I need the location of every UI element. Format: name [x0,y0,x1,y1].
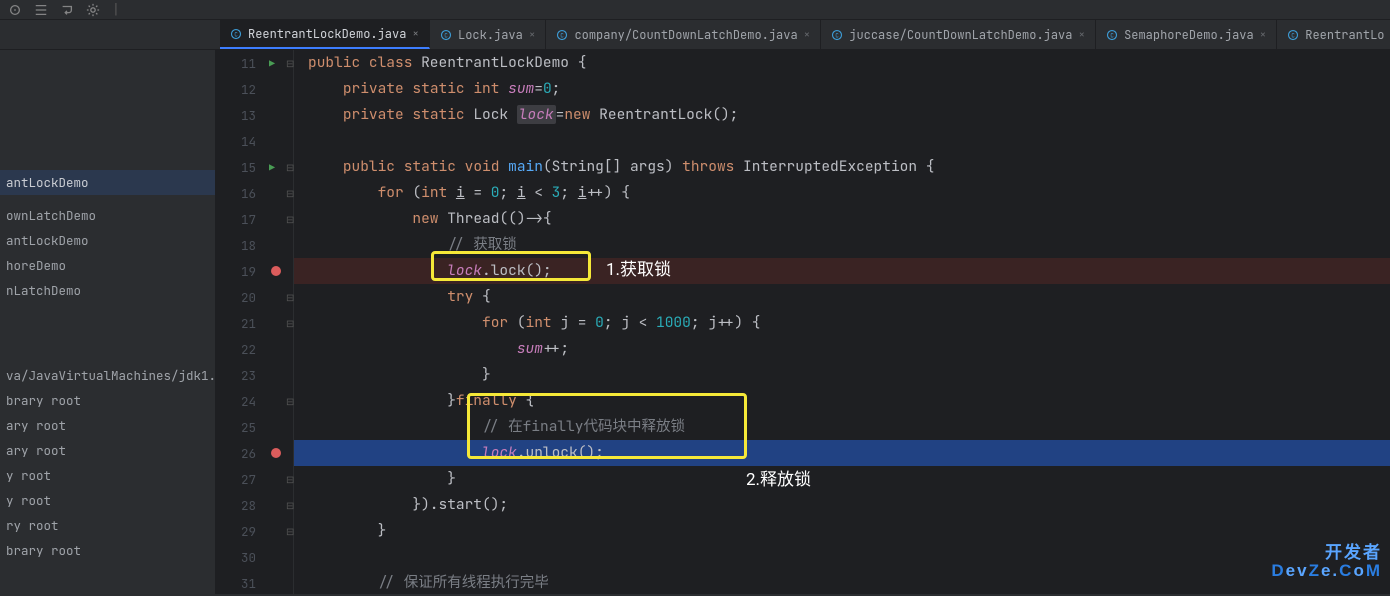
java-file-icon: C [556,29,568,41]
gutter-line[interactable]: 27⊟ [216,466,293,492]
run-icon[interactable]: ▶ [269,57,275,70]
gutter-line[interactable]: 19 [216,258,293,284]
sidebar-lib-item[interactable]: ary root [0,413,215,438]
gutter-line[interactable]: 31 [216,570,293,596]
code-line[interactable]: lock.unlock(); [294,440,1390,466]
java-file-icon: C [831,29,843,41]
code-line[interactable]: }).start(); [294,492,1390,518]
editor: 11▶⊟12131415▶⊟16⊟17⊟181920⊟21⊟222324⊟252… [216,50,1390,594]
tab-bar: CReentrantLockDemo.java×CLock.java×Ccomp… [0,20,1390,50]
code-line[interactable]: for (int i = 0; i < 3; i++) { [294,180,1390,206]
svg-text:C: C [1291,31,1295,39]
gutter-line[interactable]: 30 [216,544,293,570]
java-file-icon: C [230,28,242,40]
view-icon[interactable] [8,3,22,17]
settings-icon[interactable] [86,3,100,17]
sidebar-lib-item[interactable]: y root [0,488,215,513]
code-line[interactable]: lock.lock(); [294,258,1390,284]
svg-text:C: C [835,31,839,39]
top-toolbar: | [0,0,1390,20]
gutter-line[interactable]: 20⊟ [216,284,293,310]
gutter-line[interactable]: 21⊟ [216,310,293,336]
gutter-line[interactable]: 16⊟ [216,180,293,206]
tab-0[interactable]: CReentrantLockDemo.java× [220,20,430,49]
gutter-line[interactable]: 18 [216,232,293,258]
gutter-line[interactable]: 23 [216,362,293,388]
sidebar-lib-item[interactable]: brary root [0,538,215,563]
close-icon[interactable]: × [804,28,811,42]
gutter-line[interactable]: 29⊟ [216,518,293,544]
breakpoint-icon[interactable] [271,448,281,458]
code-area[interactable]: public class ReentrantLockDemo { private… [294,50,1390,594]
close-icon[interactable]: × [529,28,536,42]
code-line[interactable]: public static void main(String[] args) t… [294,154,1390,180]
code-line[interactable]: // 获取锁 [294,232,1390,258]
code-line[interactable]: private static Lock lock=new ReentrantLo… [294,102,1390,128]
sidebar-item[interactable]: ownLatchDemo [0,203,215,228]
svg-text:C: C [1110,31,1114,39]
gutter-line[interactable]: 26 [216,440,293,466]
code-line[interactable]: public class ReentrantLockDemo { [294,50,1390,76]
sidebar-item[interactable]: antLockDemo [0,228,215,253]
sidebar-item[interactable]: nLatchDemo [0,278,215,303]
annotation-2: 2.释放锁 [746,465,811,490]
tab-3[interactable]: Cjuccase/CountDownLatchDemo.java× [821,20,1096,49]
sidebar-item[interactable]: horeDemo [0,253,215,278]
gutter-line[interactable]: 15▶⊟ [216,154,293,180]
gutter-line[interactable]: 17⊟ [216,206,293,232]
svg-text:C: C [234,30,238,38]
java-file-icon: C [1287,29,1299,41]
sidebar-lib-item[interactable]: ry root [0,513,215,538]
code-line[interactable]: try { [294,284,1390,310]
sidebar-lib-item[interactable]: ary root [0,438,215,463]
gutter: 11▶⊟12131415▶⊟16⊟17⊟181920⊟21⊟222324⊟252… [216,50,294,594]
watermark: 开发者 DevZe.CoM [1271,544,1382,580]
close-icon[interactable]: × [412,27,419,41]
java-file-icon: C [1106,29,1118,41]
code-line[interactable]: for (int j = 0; j < 1000; j++) { [294,310,1390,336]
code-line[interactable] [294,544,1390,570]
sidebar-item[interactable] [0,195,215,203]
code-line[interactable]: } [294,362,1390,388]
svg-text:C: C [561,31,565,39]
breakpoint-icon[interactable] [271,266,281,276]
tab-5[interactable]: CReentrantLo× [1277,20,1390,49]
gutter-line[interactable]: 12 [216,76,293,102]
indent-icon[interactable] [34,3,48,17]
close-icon[interactable]: × [1260,28,1267,42]
svg-text:C: C [444,31,448,39]
close-icon[interactable]: × [1078,28,1085,42]
tab-2[interactable]: Ccompany/CountDownLatchDemo.java× [546,20,821,49]
gutter-line[interactable]: 25 [216,414,293,440]
run-icon[interactable]: ▶ [269,161,275,174]
tab-1[interactable]: CLock.java× [430,20,546,49]
gutter-line[interactable]: 22 [216,336,293,362]
code-line[interactable]: // 在finally代码块中释放锁 [294,414,1390,440]
annotation-1: 1.获取锁 [606,255,671,280]
code-line[interactable]: }finally { [294,388,1390,414]
code-line[interactable]: private static int sum=0; [294,76,1390,102]
gutter-line[interactable]: 14 [216,128,293,154]
tab-4[interactable]: CSemaphoreDemo.java× [1096,20,1277,49]
sidebar-lib-header[interactable]: va/JavaVirtualMachines/jdk1.8.0 [0,363,215,388]
sidebar-lib-item[interactable]: y root [0,463,215,488]
sidebar-item[interactable]: antLockDemo [0,170,215,195]
gutter-line[interactable]: 24⊟ [216,388,293,414]
code-line[interactable] [294,128,1390,154]
code-line[interactable]: new Thread(()->{ [294,206,1390,232]
gutter-line[interactable]: 28⊟ [216,492,293,518]
wrap-icon[interactable] [60,3,74,17]
sidebar: antLockDemoownLatchDemoantLockDemohoreDe… [0,50,216,594]
gutter-line[interactable]: 11▶⊟ [216,50,293,76]
code-line[interactable]: sum++; [294,336,1390,362]
code-line[interactable]: // 保证所有线程执行完毕 [294,570,1390,596]
code-line[interactable]: } [294,518,1390,544]
gutter-line[interactable]: 13 [216,102,293,128]
sidebar-lib-item[interactable]: brary root [0,388,215,413]
code-line[interactable]: } [294,466,1390,492]
java-file-icon: C [440,29,452,41]
